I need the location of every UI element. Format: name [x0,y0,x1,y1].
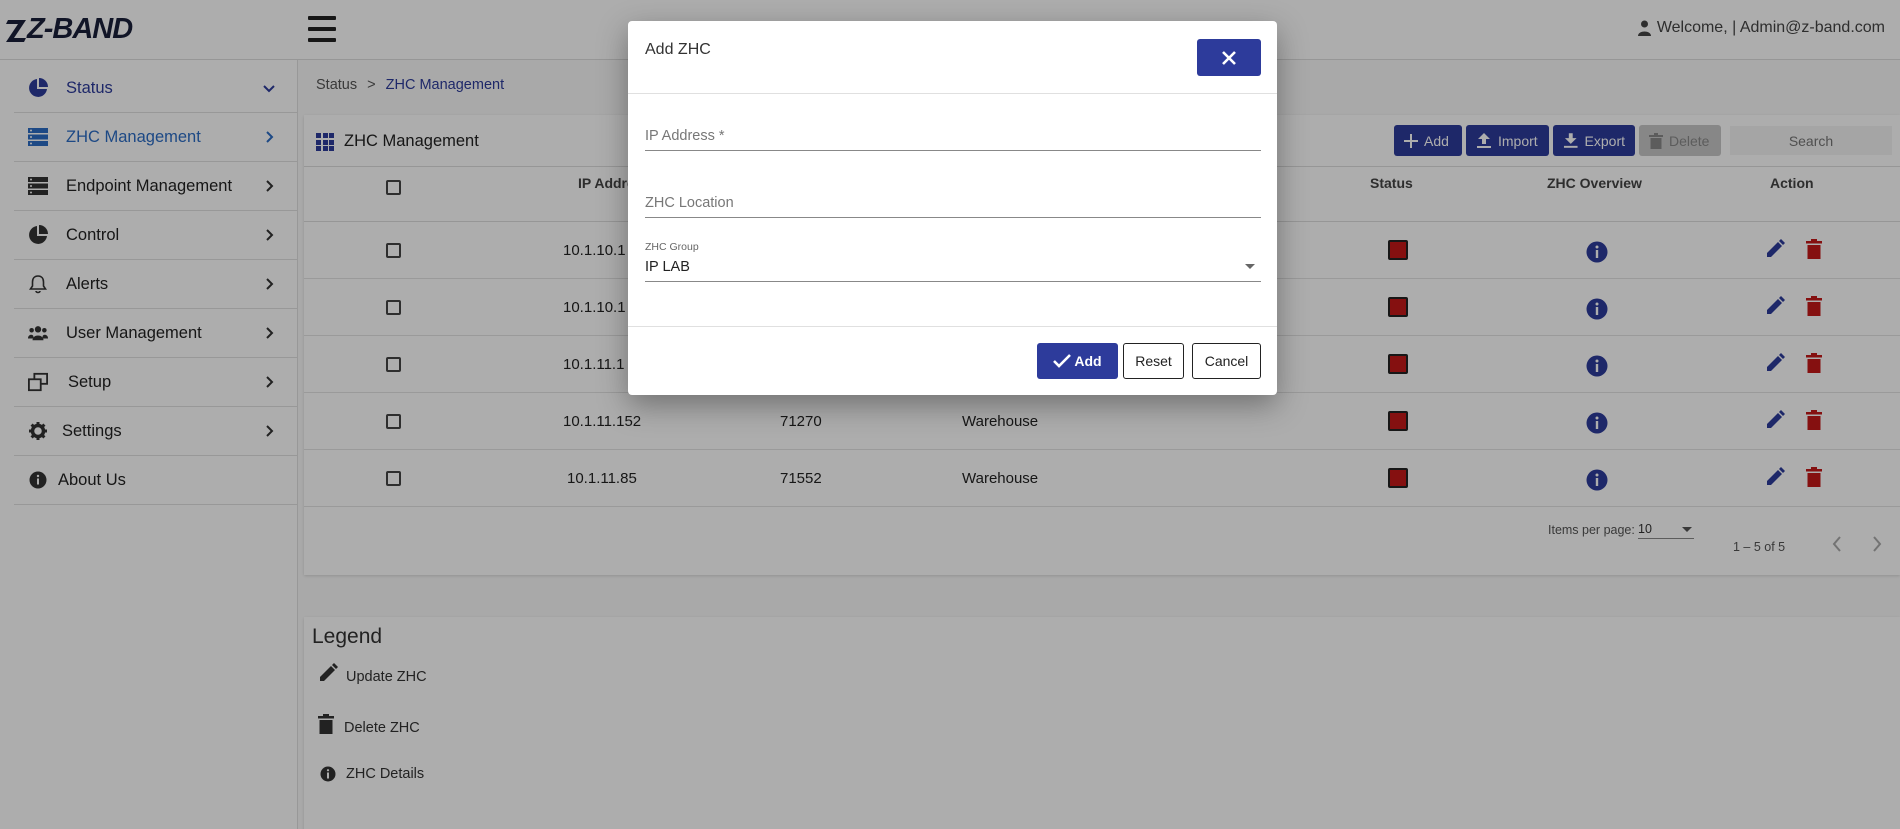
close-icon [1222,50,1236,65]
zhc-group-label: ZHC Group [645,241,699,253]
dialog-add-button[interactable]: Add [1037,343,1118,379]
ip-address-input[interactable] [645,128,1261,150]
dialog-title: Add ZHC [645,41,711,58]
zhc-group-value: IP LAB [645,259,690,275]
chevron-down-icon [1245,264,1255,269]
cancel-label: Cancel [1204,353,1249,369]
ip-address-field [645,127,1261,151]
cancel-button[interactable]: Cancel [1192,343,1261,379]
zhc-group-select[interactable]: IP LAB [645,259,1261,282]
reset-button[interactable]: Reset [1123,343,1184,379]
dialog-divider [628,326,1277,327]
reset-label: Reset [1135,353,1172,369]
zhc-location-input[interactable] [645,195,1261,217]
close-button[interactable] [1197,39,1261,76]
add-zhc-dialog: Add ZHC ZHC Group IP LAB Add Reset Cance… [628,21,1277,395]
zhc-location-field [645,194,1261,218]
check-icon [1053,354,1072,368]
dialog-divider [628,93,1277,94]
dialog-add-label: Add [1074,353,1102,369]
